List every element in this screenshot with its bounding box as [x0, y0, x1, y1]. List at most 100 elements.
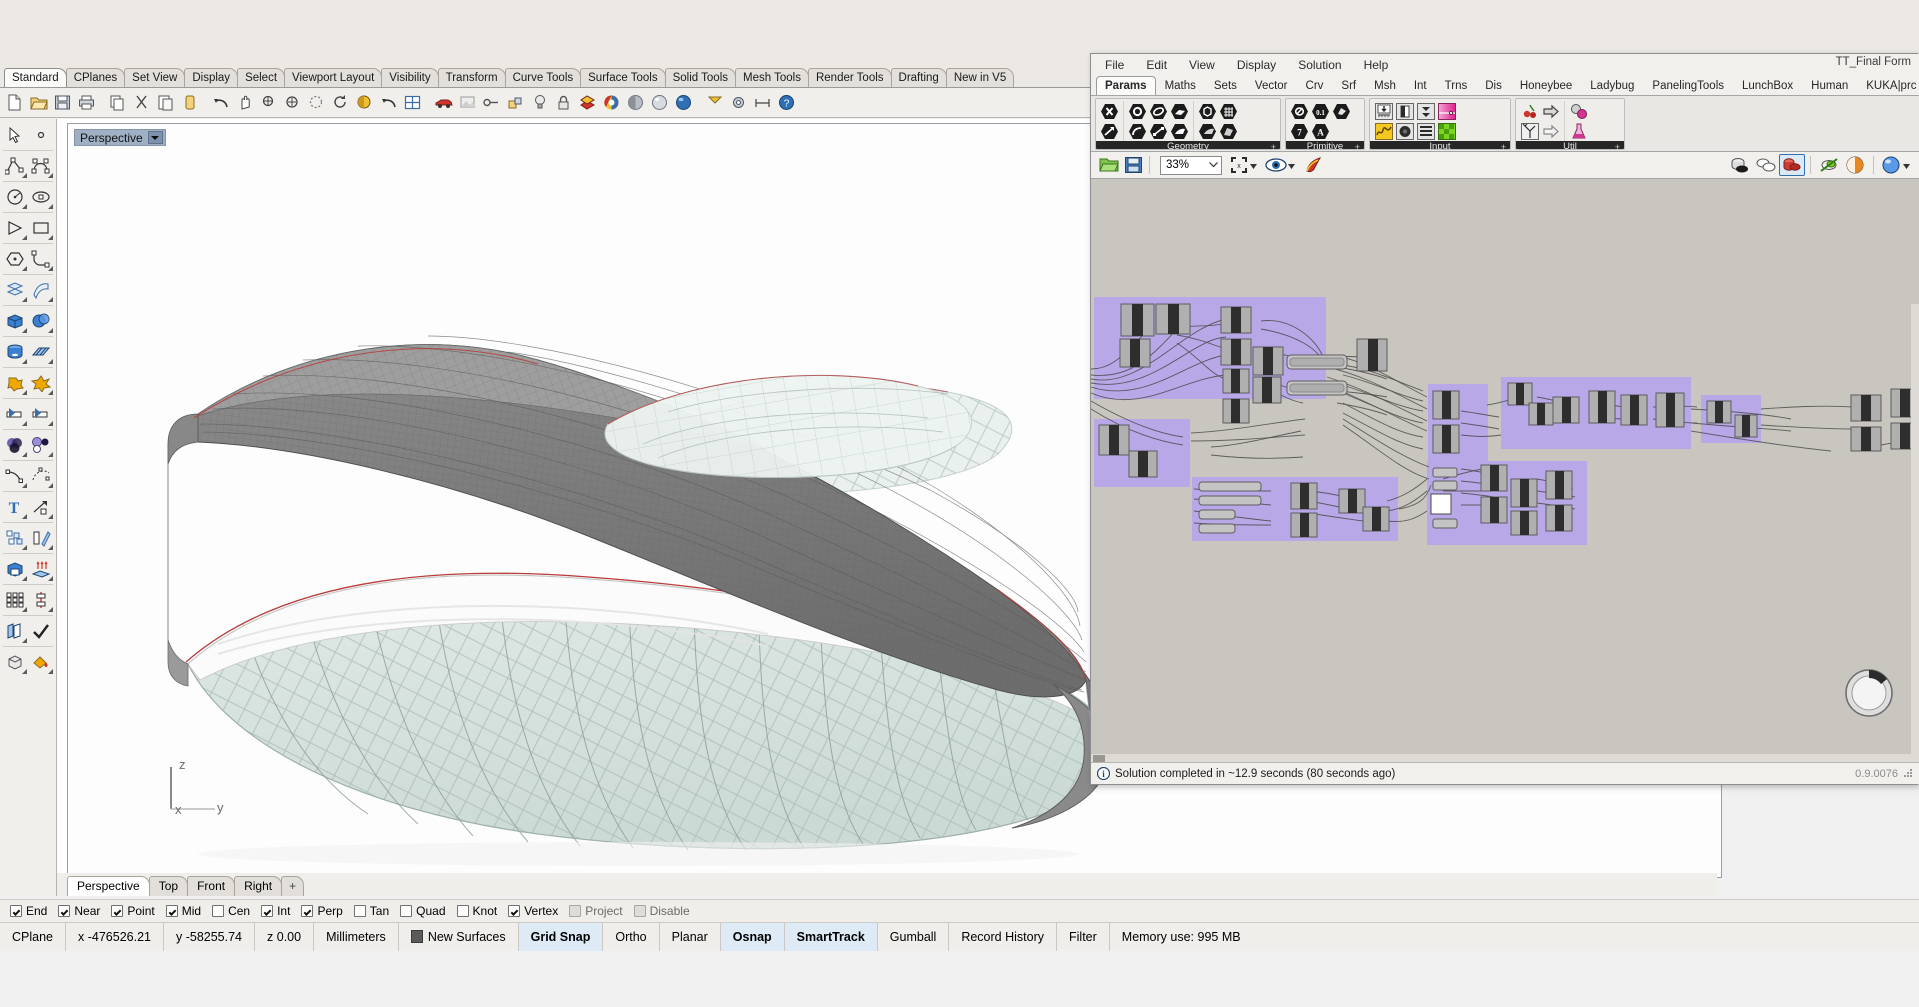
osnap-checkbox-vertex[interactable]	[508, 905, 520, 917]
save-disk-icon[interactable]	[1121, 154, 1145, 176]
box-solid-icon[interactable]	[2, 308, 28, 334]
knob-icon[interactable]	[1394, 121, 1415, 141]
undo-view-icon[interactable]	[377, 91, 400, 115]
integer-param-icon[interactable]: 7	[1289, 121, 1310, 141]
geometry-cache-icon[interactable]	[1197, 121, 1218, 141]
properties-icon[interactable]	[504, 91, 527, 115]
ellipse-icon[interactable]	[28, 184, 54, 210]
status-planar[interactable]: Planar	[660, 923, 721, 951]
status-cplane[interactable]: CPlane	[0, 923, 66, 951]
status-osnap[interactable]: Osnap	[721, 923, 785, 951]
osnap-checkbox-mid[interactable]	[166, 905, 178, 917]
circle-param-icon[interactable]	[1127, 101, 1148, 121]
rhino-left-toolbar[interactable]: T	[0, 119, 57, 896]
complex-param-icon[interactable]	[1331, 101, 1352, 121]
offset-curve-icon[interactable]	[2, 463, 28, 489]
ribbon-group-primitive[interactable]: 7 0.1 A	[1285, 98, 1365, 150]
grasshopper-window[interactable]: FileEditViewDisplaySolutionHelp TT_Final…	[1090, 53, 1918, 785]
osnap-mid[interactable]: Mid	[166, 904, 201, 918]
data-tree-icon[interactable]	[1519, 121, 1540, 141]
preview-mesh-icon[interactable]	[1842, 154, 1868, 176]
boolean-param-icon[interactable]	[1289, 101, 1310, 121]
osnap-int[interactable]: Int	[261, 904, 290, 918]
grasshopper-menu-bar[interactable]: FileEditViewDisplaySolutionHelp	[1091, 54, 1919, 76]
boolean-union-icon[interactable]	[2, 370, 28, 396]
shade-view-icon[interactable]	[353, 91, 376, 115]
rhino-toolbar-tab-new-in-v5[interactable]: New in V5	[946, 68, 1014, 87]
preview-on-icon[interactable]	[1779, 154, 1805, 176]
number-slider-icon[interactable]	[1373, 101, 1394, 121]
gh-ribbon-tab-human[interactable]: Human	[1802, 76, 1857, 95]
relay-right-icon[interactable]	[1540, 101, 1561, 121]
rhino-toolbar-tab-viewport-layout[interactable]: Viewport Layout	[284, 68, 382, 87]
color-swatch-icon[interactable]	[1436, 121, 1457, 141]
array-along-icon[interactable]	[28, 587, 54, 613]
preview-dropdown-arrow[interactable]	[1288, 158, 1298, 172]
osnap-checkbox-quad[interactable]	[400, 905, 412, 917]
gh-menu-help[interactable]: Help	[1364, 58, 1389, 72]
rhino-toolbar-tab-standard[interactable]: Standard	[4, 68, 67, 87]
geometry-param-icon[interactable]	[1099, 101, 1120, 121]
copy-icon[interactable]	[106, 91, 129, 115]
box-param-icon[interactable]	[1197, 101, 1218, 121]
light-bulb-icon[interactable]	[528, 91, 551, 115]
osnap-checkbox-perp[interactable]	[301, 905, 313, 917]
viewport-tab-top[interactable]: Top	[149, 876, 188, 896]
gh-menu-display[interactable]: Display	[1237, 58, 1276, 72]
rhino-toolbar-tab-transform[interactable]: Transform	[438, 68, 506, 87]
boolean-toggle-icon[interactable]	[1394, 101, 1415, 121]
ribbon-group-input[interactable]: Input +	[1369, 98, 1511, 150]
viewport-title-dropdown[interactable]: Perspective	[74, 129, 166, 146]
group-icon[interactable]	[2, 525, 28, 551]
gh-ribbon-tab-int[interactable]: Int	[1405, 76, 1436, 95]
rhino-toolbar-tab-select[interactable]: Select	[237, 68, 285, 87]
paste-icon[interactable]	[154, 91, 177, 115]
extrude-up-icon[interactable]	[28, 556, 54, 582]
gh-ribbon-tab-lunchbox[interactable]: LunchBox	[1733, 76, 1802, 95]
rhino-toolbar-tab-curve-tools[interactable]: Curve Tools	[505, 68, 582, 87]
osnap-perp[interactable]: Perp	[301, 904, 342, 918]
rhino-toolbar-tab-render-tools[interactable]: Render Tools	[808, 68, 892, 87]
cylinder-icon[interactable]	[2, 339, 28, 365]
dimension-icon[interactable]	[751, 91, 774, 115]
status-ortho[interactable]: Ortho	[603, 923, 659, 951]
status-gumball[interactable]: Gumball	[878, 923, 950, 951]
layers-icon[interactable]	[576, 91, 599, 115]
cherry-picker-icon[interactable]	[1519, 101, 1540, 121]
eye-preview-icon[interactable]	[1264, 154, 1288, 176]
viewport-layout-icon[interactable]	[401, 91, 424, 115]
curve-param-icon[interactable]	[1148, 101, 1169, 121]
status-grid-snap[interactable]: Grid Snap	[519, 923, 604, 951]
gradient-icon[interactable]	[1436, 101, 1457, 121]
osnap-checkbox-near[interactable]	[58, 905, 70, 917]
blue-sphere-icon[interactable]	[672, 91, 695, 115]
rhino-toolbar-tab-surface-tools[interactable]: Surface Tools	[580, 68, 665, 87]
arc-param-icon[interactable]	[1127, 121, 1148, 141]
osnap-vertex[interactable]: Vertex	[508, 904, 558, 918]
rhino-osnap-bar[interactable]: EndNearPointMidCenIntPerpTanQuadKnotVert…	[0, 899, 1919, 922]
point-object-icon[interactable]	[28, 122, 54, 148]
gh-ribbon-tab-ladybug[interactable]: Ladybug	[1581, 76, 1643, 95]
osnap-cen[interactable]: Cen	[212, 904, 250, 918]
rhino-standard-toolbar[interactable]: ?	[0, 88, 1090, 118]
preview-off-icon[interactable]	[1816, 154, 1842, 176]
array-grid-icon[interactable]	[2, 587, 28, 613]
shaded-preview-icon[interactable]	[1727, 154, 1753, 176]
rhino-toolbar-tabs[interactable]: StandardCPlanesSet ViewDisplaySelectView…	[0, 68, 1090, 88]
save-file-icon[interactable]	[51, 91, 74, 115]
rhino-toolbar-tab-solid-tools[interactable]: Solid Tools	[665, 68, 736, 87]
osnap-checkbox-point[interactable]	[111, 905, 123, 917]
rhino-toolbar-tab-cplanes[interactable]: CPlanes	[66, 68, 125, 87]
link-icon[interactable]	[480, 91, 503, 115]
color-wheel-icon[interactable]	[600, 91, 623, 115]
gh-menu-view[interactable]: View	[1189, 58, 1215, 72]
grasshopper-component-ribbon[interactable]: Geometry + 7	[1091, 96, 1919, 152]
resize-grip-icon[interactable]	[1904, 769, 1913, 778]
lock-icon[interactable]	[552, 91, 575, 115]
gh-ribbon-tab-panelingtools[interactable]: PanelingTools	[1643, 76, 1733, 95]
polygon-icon[interactable]	[2, 215, 28, 241]
gh-menu-edit[interactable]: Edit	[1146, 58, 1167, 72]
vector-param-icon[interactable]	[1099, 121, 1120, 141]
open-file-icon[interactable]	[27, 91, 50, 115]
check-ok-icon[interactable]	[28, 618, 54, 644]
